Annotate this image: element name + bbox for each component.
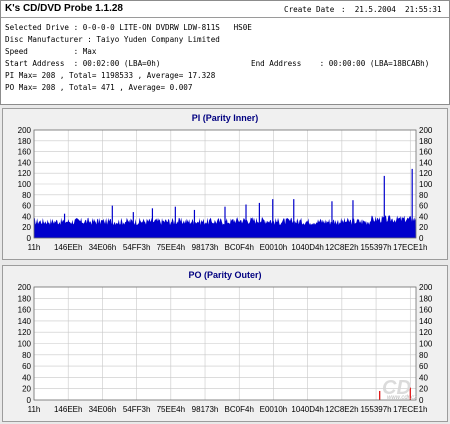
x-tick-label: 98173h [192, 243, 219, 252]
x-tick-label: E0010h [260, 243, 288, 252]
x-tick-label: 34E06h [89, 243, 117, 252]
y-tick-label-left: 120 [18, 328, 32, 337]
y-tick-label-left: 40 [22, 373, 31, 382]
y-tick-label-left: 100 [18, 340, 32, 349]
y-tick-label-right: 140 [419, 317, 433, 326]
y-tick-label-left: 80 [22, 191, 31, 200]
y-tick-label-left: 20 [22, 223, 31, 232]
x-tick-label: 1040D4h [291, 243, 323, 252]
speed: Speed : Max [5, 47, 97, 56]
y-tick-label-right: 200 [419, 283, 433, 292]
y-tick-label-left: 0 [27, 234, 32, 243]
y-tick-label-right: 100 [419, 180, 433, 189]
chart-title: PI (Parity Inner) [192, 113, 259, 123]
y-tick-label-right: 80 [419, 351, 428, 360]
info-header: K's CD/DVD Probe 1.1.28 Create Date : 21… [0, 0, 450, 105]
y-tick-label-right: 0 [419, 396, 424, 405]
y-tick-label-left: 20 [22, 385, 31, 394]
y-tick-label-right: 180 [419, 137, 433, 146]
app-title: K's CD/DVD Probe 1.1.28 [5, 3, 123, 14]
y-tick-label-left: 200 [18, 126, 32, 135]
y-tick-label-right: 60 [419, 202, 428, 211]
x-tick-label: 75EE4h [157, 405, 185, 414]
y-tick-label-left: 140 [18, 317, 32, 326]
y-tick-label-right: 100 [419, 340, 433, 349]
x-tick-label: E0010h [260, 405, 288, 414]
y-tick-label-right: 160 [419, 148, 433, 157]
pi-chart-panel: PI (Parity Inner) 0 0 20 20 40 40 60 60 80 80 100 10… [2, 108, 448, 260]
y-tick-label-left: 60 [22, 202, 31, 211]
y-tick-label-right: 40 [419, 212, 428, 221]
chart-title: PO (Parity Outer) [188, 270, 261, 280]
start-address: Start Address : 00:02:00 (LBA=0h) [5, 59, 161, 68]
y-tick-label-right: 80 [419, 191, 428, 200]
y-tick-label-right: 20 [419, 223, 428, 232]
y-tick-label-right: 20 [419, 385, 428, 394]
y-tick-label-left: 200 [18, 283, 32, 292]
y-tick-label-left: 40 [22, 212, 31, 221]
y-tick-label-left: 120 [18, 169, 32, 178]
x-tick-label: 146EEh [54, 243, 82, 252]
x-tick-label: 155397h [360, 243, 391, 252]
x-tick-label: 1040D4h [291, 405, 323, 414]
x-tick-label: BC0F4h [225, 243, 254, 252]
header-divider [1, 17, 449, 18]
x-tick-label: 11h [28, 243, 41, 252]
po-chart-panel: PO (Parity Outer) 0 0 20 20 40 40 60 60 80 80 100 10… [2, 265, 448, 422]
y-tick-label-right: 120 [419, 169, 433, 178]
po-chart: PO (Parity Outer) 0 0 20 20 40 40 60 60 80 80 100 10… [2, 265, 448, 422]
y-tick-label-left: 160 [18, 148, 32, 157]
disc-manufacturer: Disc Manufacturer : Taiyo Yuden Company … [5, 35, 220, 44]
y-tick-label-left: 140 [18, 158, 32, 167]
y-tick-label-right: 60 [419, 362, 428, 371]
y-tick-label-left: 180 [18, 294, 32, 303]
x-tick-label: 17ECE1h [393, 243, 427, 252]
pi-chart: PI (Parity Inner)0 020 2040 4060 6080 80100 10… [2, 108, 448, 260]
watermark-url: www.cdr.cz [387, 395, 417, 401]
x-tick-label: 98173h [192, 405, 219, 414]
end-address: End Address : 00:00:00 (LBA=18BCABh) [251, 59, 430, 68]
x-tick-label: 34E06h [89, 405, 117, 414]
create-date-label: Create Date [284, 5, 335, 14]
y-tick-label-left: 80 [22, 351, 31, 360]
y-tick-label-left: 0 [27, 396, 32, 405]
y-tick-label-right: 180 [419, 294, 433, 303]
y-tick-label-left: 60 [22, 362, 31, 371]
y-tick-label-right: 160 [419, 306, 433, 315]
pi-stats: PI Max= 208 , Total= 1198533 , Average= … [5, 71, 216, 80]
x-tick-label: 17ECE1h [393, 405, 427, 414]
x-tick-label: 12C8E2h [325, 243, 358, 252]
po-stats: PO Max= 208 , Total= 471 , Average= 0.00… [5, 83, 193, 92]
y-tick-label-right: 140 [419, 158, 433, 167]
y-tick-label-right: 200 [419, 126, 433, 135]
x-tick-label: 11h [28, 405, 41, 414]
y-tick-label-right: 0 [419, 234, 424, 243]
x-tick-label: BC0F4h [225, 405, 254, 414]
x-tick-label: 155397h [360, 405, 391, 414]
y-tick-label-left: 160 [18, 306, 32, 315]
y-tick-label-right: 40 [419, 373, 428, 382]
selected-drive: Selected Drive : 0-0-0-0 LITE-ON DVDRW L… [5, 23, 252, 32]
y-tick-label-left: 100 [18, 180, 32, 189]
y-tick-label-right: 120 [419, 328, 433, 337]
x-tick-label: 12C8E2h [325, 405, 358, 414]
y-tick-label-left: 180 [18, 137, 32, 146]
x-tick-label: 75EE4h [157, 243, 185, 252]
create-date-value: : 21.5.2004 21:55:31 [341, 5, 442, 14]
x-tick-label: 54FF3h [123, 243, 151, 252]
x-tick-label: 146EEh [54, 405, 82, 414]
x-tick-label: 54FF3h [123, 405, 151, 414]
